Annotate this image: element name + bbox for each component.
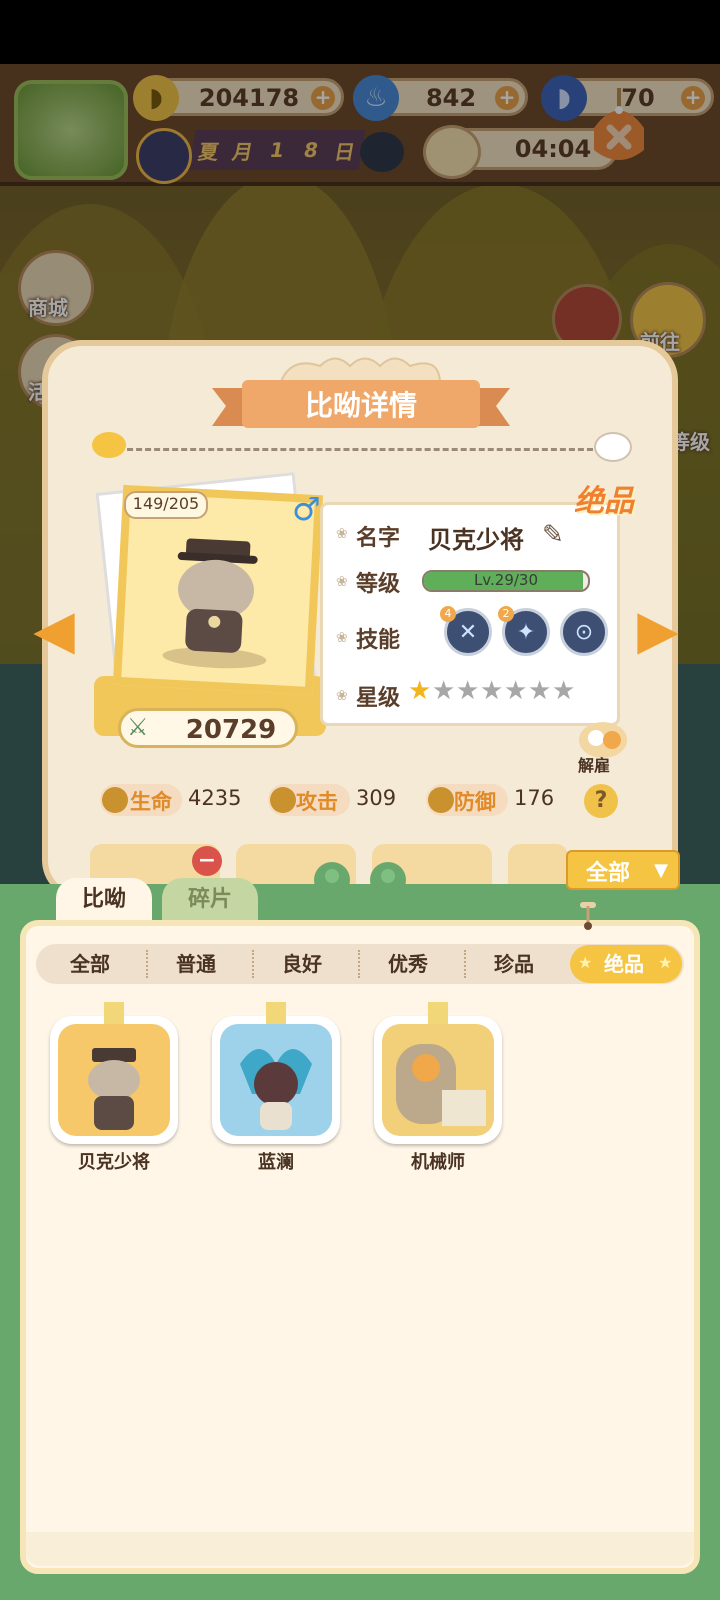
tab-biyou[interactable]: 比呦 (56, 878, 152, 924)
lock-icon[interactable]: ⊙ (560, 608, 608, 656)
level-progress-bar: Lv.29/30 (422, 570, 590, 592)
filter-dropdown[interactable]: 全部 ▼ (566, 850, 680, 890)
star-label: 星级 (356, 686, 401, 711)
star-empty-icon: ★ (432, 676, 456, 706)
rarity-tab-normal[interactable]: 普通 (144, 944, 248, 984)
hp-label: 生命 (130, 790, 172, 814)
star-empty-icon: ★ (504, 676, 528, 706)
general-thumbnail (58, 1024, 170, 1136)
character-name-label: 机械师 (411, 1152, 465, 1173)
previous-arrow-icon[interactable]: ◀ (24, 600, 84, 660)
rarity-stamp: 绝品 (574, 484, 634, 519)
filter-dropdown-label: 全部 (586, 861, 631, 886)
lanlan-thumbnail (220, 1024, 332, 1136)
card-slot (508, 844, 568, 884)
chevron-down-icon: ▼ (654, 860, 668, 881)
attack-icon (270, 787, 296, 813)
level-label: 等级 (356, 572, 401, 597)
skill-level-badge: 4 (440, 606, 456, 622)
crossed-swords-icon: ⚔ (127, 713, 149, 741)
male-gender-icon: ♂ (292, 490, 321, 528)
paw-icon: ❀ (336, 630, 348, 646)
combat-power-value: 20729 (185, 715, 277, 745)
hp-value: 4235 (188, 786, 242, 810)
dismiss-button[interactable]: 解雇 (578, 752, 610, 776)
character-card-mechanic[interactable] (374, 1002, 502, 1144)
card-tape (266, 1002, 286, 1024)
paw-icon: ❀ (336, 688, 348, 704)
rarity-tab-good[interactable]: 良好 (250, 944, 354, 984)
paw-icon: ❀ (336, 574, 348, 590)
character-card-lanlan[interactable] (212, 1002, 340, 1144)
paw-icon: ❀ (336, 526, 348, 542)
name-label: 名字 (356, 526, 401, 551)
defense-label: 防御 (454, 790, 496, 814)
collection-counter: 149/205 (124, 491, 208, 519)
skill-label: 技能 (356, 628, 401, 653)
rarity-tab-excellent[interactable]: 优秀 (356, 944, 460, 984)
hp-icon (102, 787, 128, 813)
card-title-wrap: 比呦详情 (212, 376, 510, 436)
card-tape (428, 1002, 448, 1024)
level-text: Lv.29/30 (473, 571, 539, 589)
attack-value: 309 (356, 786, 397, 810)
general-character-image (162, 538, 267, 669)
star-empty-icon: ★ (480, 676, 504, 706)
next-arrow-icon[interactable]: ▶ (628, 600, 688, 660)
star-empty-icon: ★ (528, 676, 552, 706)
skill-level-badge: 2 (498, 606, 514, 622)
character-card-general[interactable] (50, 1002, 178, 1144)
status-bar (0, 0, 720, 64)
bird-left-icon (92, 432, 126, 458)
hanging-pin-icon (578, 898, 598, 932)
card-tape (104, 1002, 124, 1024)
character-name: 贝克少将 (428, 526, 524, 554)
character-name-label: 蓝澜 (258, 1152, 294, 1173)
star-icon: ★ (658, 953, 673, 972)
rarity-tab-rare[interactable]: 珍品 (462, 944, 566, 984)
combat-power: ⚔ 20729 (118, 708, 298, 748)
defense-icon (428, 787, 454, 813)
help-button[interactable]: ? (584, 784, 618, 818)
rarity-filter-tabs: 全部 普通 良好 优秀 珍品 绝品 ★ ★ (36, 944, 684, 984)
tab-fragments[interactable]: 碎片 (162, 878, 258, 924)
defense-value: 176 (514, 786, 555, 810)
frog-ears-decoration (314, 862, 406, 888)
remove-icon[interactable]: − (192, 846, 222, 876)
star-empty-icon: ★ (552, 676, 576, 706)
star-icon: ★ (578, 953, 593, 972)
character-name-label: 贝克少将 (78, 1152, 150, 1173)
divider (100, 448, 620, 451)
mechanic-thumbnail (382, 1024, 494, 1136)
attack-label: 攻击 (296, 790, 338, 814)
bird-right-icon (594, 432, 632, 462)
star-filled-icon: ★ (408, 676, 432, 706)
rarity-tab-all[interactable]: 全部 (38, 944, 142, 984)
edit-name-pencil-icon[interactable]: ✎ (542, 520, 564, 550)
card-title: 比呦详情 (304, 389, 417, 422)
star-empty-icon: ★ (456, 676, 480, 706)
panel-footer (26, 1532, 694, 1566)
